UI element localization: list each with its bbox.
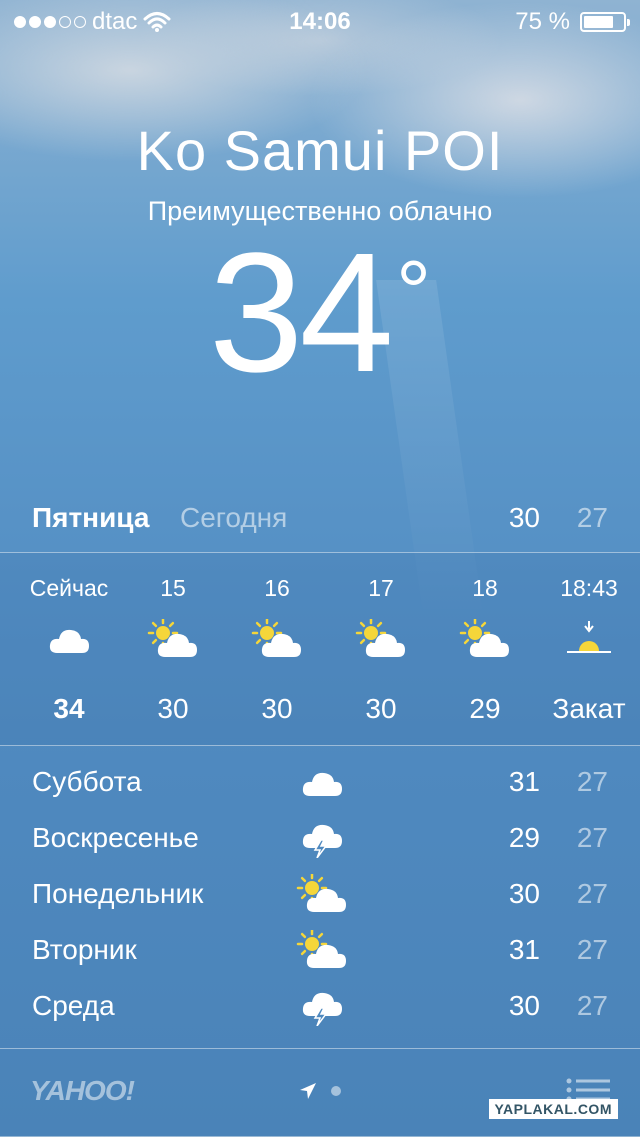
daily-low: 27: [576, 990, 608, 1021]
partly-sunny-icon: [355, 617, 407, 659]
today-day: Пятница: [32, 502, 150, 533]
page-indicator-dot[interactable]: [331, 1086, 341, 1096]
hourly-time: 16: [264, 575, 290, 601]
yahoo-logo[interactable]: YAHOO!: [30, 1075, 135, 1107]
daily-day: Вторник: [32, 934, 137, 965]
city-name: Ko Samui POI: [136, 119, 504, 182]
cloud-icon: [296, 762, 344, 802]
hourly-item: 16 30: [222, 553, 332, 745]
daily-low: 27: [576, 878, 608, 909]
partly-sunny-icon: [296, 928, 346, 970]
battery-status: 75 %: [515, 8, 630, 36]
partly-sunny-icon: [147, 617, 199, 659]
daily-low: 27: [576, 934, 608, 965]
hourly-item: Сейчас 34: [14, 553, 124, 745]
partly-sunny-icon: [459, 617, 511, 659]
daily-high: 31: [508, 766, 540, 797]
thunderstorm-icon: [296, 986, 344, 1027]
hourly-item: 18 29: [430, 553, 540, 745]
battery-percent: 75 %: [515, 8, 570, 35]
daily-row: Понедельник 30 27: [0, 866, 640, 922]
footer-bar: YAHOO! YAPLAKAL.COM: [0, 1048, 640, 1137]
temperature-value: 34: [208, 218, 394, 408]
hourly-item: 15 30: [118, 553, 228, 745]
hourly-time: 17: [368, 575, 394, 601]
daily-low: 27: [576, 766, 608, 797]
daily-high: 29: [508, 822, 540, 853]
daily-high: 31: [508, 934, 540, 965]
daily-high: 30: [508, 878, 540, 909]
hourly-temp: 34: [53, 693, 85, 724]
sunset-icon: [563, 619, 615, 659]
cloud-icon: [43, 619, 95, 659]
hourly-item: 18:43 Закат: [534, 553, 640, 745]
current-temperature: 34°: [0, 228, 640, 398]
daily-day: Воскресенье: [32, 822, 199, 853]
daily-row: Среда 30 27: [0, 978, 640, 1034]
hourly-time: Сейчас: [29, 575, 109, 601]
hourly-time: 18: [472, 575, 498, 601]
daily-day: Суббота: [32, 766, 142, 797]
location-arrow-icon: [300, 1083, 316, 1099]
daily-row: Вторник 31 27: [0, 922, 640, 978]
hourly-forecast[interactable]: Сейчас 34 15 30 16 30 17 30 18 29 18:43 Закат: [0, 552, 640, 746]
today-label: Сегодня: [180, 502, 288, 533]
daily-row: Воскресенье 29 27: [0, 810, 640, 866]
hourly-temp: 30: [261, 693, 293, 724]
today-high: 30: [508, 502, 540, 533]
daily-day: Среда: [32, 990, 115, 1021]
hourly-item: 17 30: [326, 553, 436, 745]
daily-row: Суббота 31 27: [0, 754, 640, 810]
partly-sunny-icon: [296, 872, 346, 914]
today-low: 27: [576, 502, 608, 533]
status-bar: dtac 14:06 75 %: [0, 0, 640, 40]
degree-symbol: °: [395, 242, 432, 341]
battery-icon: [580, 12, 630, 32]
daily-low: 27: [576, 822, 608, 853]
partly-sunny-icon: [251, 617, 303, 659]
hourly-temp: Закат: [552, 693, 626, 724]
hourly-temp: 30: [157, 693, 189, 724]
watermark: YAPLAKAL.COM: [488, 1099, 618, 1119]
daily-forecast: Суббота 31 27 Воскресенье 29 27 Понедельник 30 2…: [0, 754, 640, 1034]
today-row: Пятница Сегодня 30 27: [0, 496, 640, 540]
hourly-time: 18:43: [560, 575, 618, 601]
hourly-time: 15: [160, 575, 186, 601]
thunderstorm-icon: [296, 818, 344, 859]
daily-day: Понедельник: [32, 878, 204, 909]
hourly-temp: 30: [365, 693, 397, 724]
hourly-temp: 29: [469, 693, 501, 724]
daily-high: 30: [508, 990, 540, 1021]
